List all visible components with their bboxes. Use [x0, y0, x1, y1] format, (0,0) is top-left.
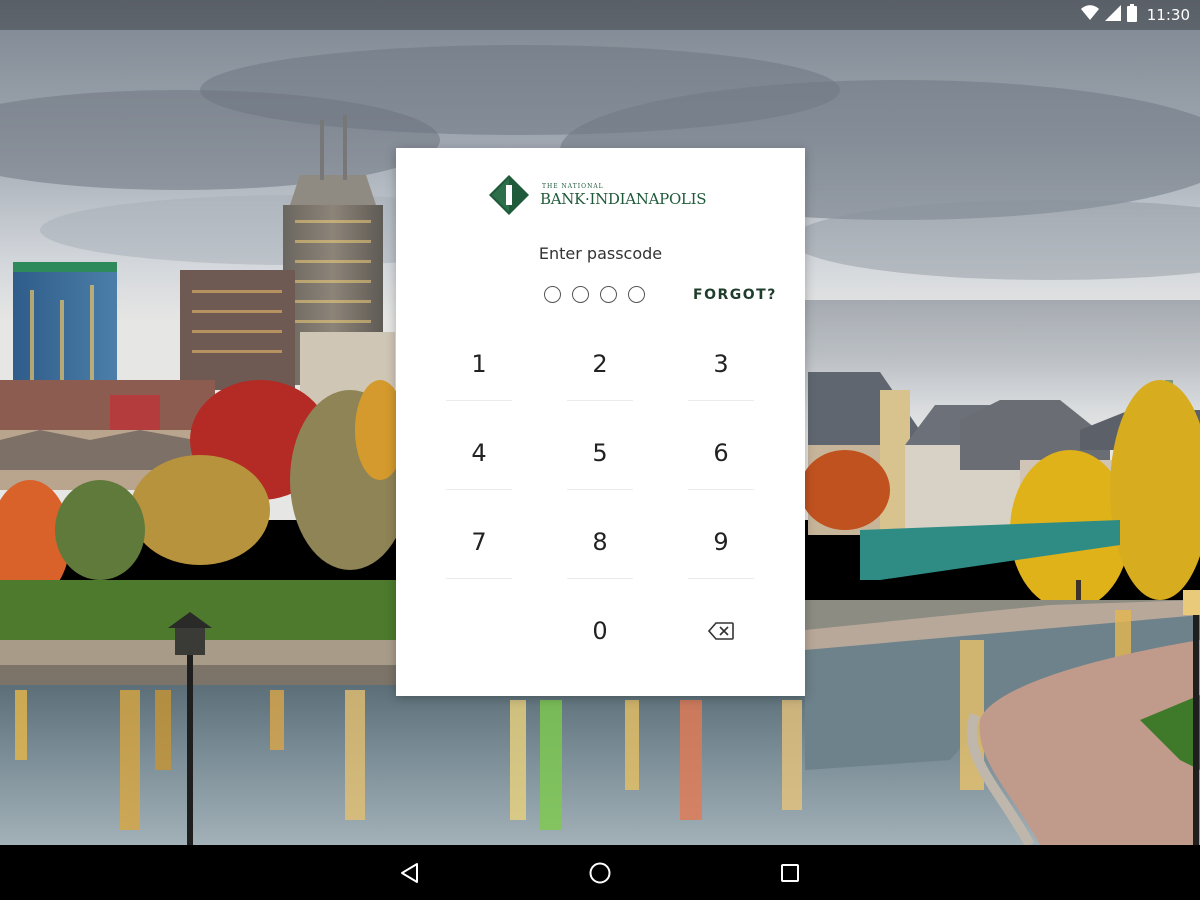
status-time: 11:30 — [1146, 6, 1190, 24]
keypad-key-2[interactable]: 2 — [567, 331, 633, 401]
home-icon — [589, 862, 611, 884]
keypad-key-label: 8 — [592, 528, 608, 556]
bank-logo: THE NATIONAL BANK·INDIANAPOLIS — [488, 174, 718, 216]
status-bar: 11:30 — [0, 0, 1200, 30]
cell-signal-icon — [1104, 5, 1121, 25]
back-icon — [401, 863, 418, 883]
keypad-key-4[interactable]: 4 — [446, 420, 512, 490]
keypad-key-label: 1 — [471, 350, 487, 378]
forgot-passcode-link[interactable]: FORGOT? — [693, 287, 777, 303]
navigation-bar — [0, 845, 1200, 900]
android-screen: 11:30 THE NATIONAL BANK·INDIANAPOLIS Ent… — [0, 0, 1200, 900]
keypad-key-3[interactable]: 3 — [688, 331, 754, 401]
key-divider — [567, 400, 633, 401]
keypad-key-0[interactable]: 0 — [567, 598, 633, 664]
keypad-key-6[interactable]: 6 — [688, 420, 754, 490]
keypad-key-label: 9 — [713, 528, 729, 556]
passcode-card: THE NATIONAL BANK·INDIANAPOLIS Enter pas… — [396, 148, 805, 696]
keypad-key-1[interactable]: 1 — [446, 331, 512, 401]
passcode-dot — [572, 286, 589, 303]
passcode-dot — [544, 286, 561, 303]
backspace-icon — [708, 622, 734, 640]
key-divider — [567, 578, 633, 579]
nav-recents-button[interactable] — [775, 858, 805, 888]
keypad-key-label: 0 — [592, 617, 608, 645]
keypad-key-label: 6 — [713, 439, 729, 467]
keypad-key-8[interactable]: 8 — [567, 509, 633, 579]
keypad-key-5[interactable]: 5 — [567, 420, 633, 490]
nav-back-button[interactable] — [395, 858, 425, 888]
bank-logo-small-text: THE NATIONAL — [542, 182, 604, 190]
key-divider — [688, 489, 754, 490]
keypad-key-9[interactable]: 9 — [688, 509, 754, 579]
wifi-icon — [1080, 5, 1099, 25]
key-divider — [446, 489, 512, 490]
key-divider — [446, 578, 512, 579]
keypad-key-label: 3 — [713, 350, 729, 378]
bank-logo-mark-icon — [489, 175, 529, 215]
keypad-key-7[interactable]: 7 — [446, 509, 512, 579]
keypad-key-label: 5 — [592, 439, 608, 467]
passcode-prompt: Enter passcode — [538, 244, 663, 263]
keypad-key-label: 2 — [592, 350, 608, 378]
passcode-dot — [600, 286, 617, 303]
key-divider — [446, 400, 512, 401]
key-divider — [688, 578, 754, 579]
keypad-key-label: 4 — [471, 439, 487, 467]
keypad-key-label: 7 — [471, 528, 487, 556]
passcode-dots — [544, 286, 645, 303]
key-divider — [567, 489, 633, 490]
passcode-dot — [628, 286, 645, 303]
recents-icon — [781, 864, 799, 882]
key-divider — [688, 400, 754, 401]
bank-logo-name: BANK·INDIANAPOLIS — [540, 189, 707, 208]
keypad-delete-button[interactable] — [688, 598, 754, 664]
nav-home-button[interactable] — [585, 858, 615, 888]
bank-logo-text: THE NATIONAL BANK·INDIANAPOLIS — [540, 182, 707, 208]
battery-icon — [1126, 4, 1137, 26]
status-icons: 11:30 — [1080, 4, 1190, 26]
